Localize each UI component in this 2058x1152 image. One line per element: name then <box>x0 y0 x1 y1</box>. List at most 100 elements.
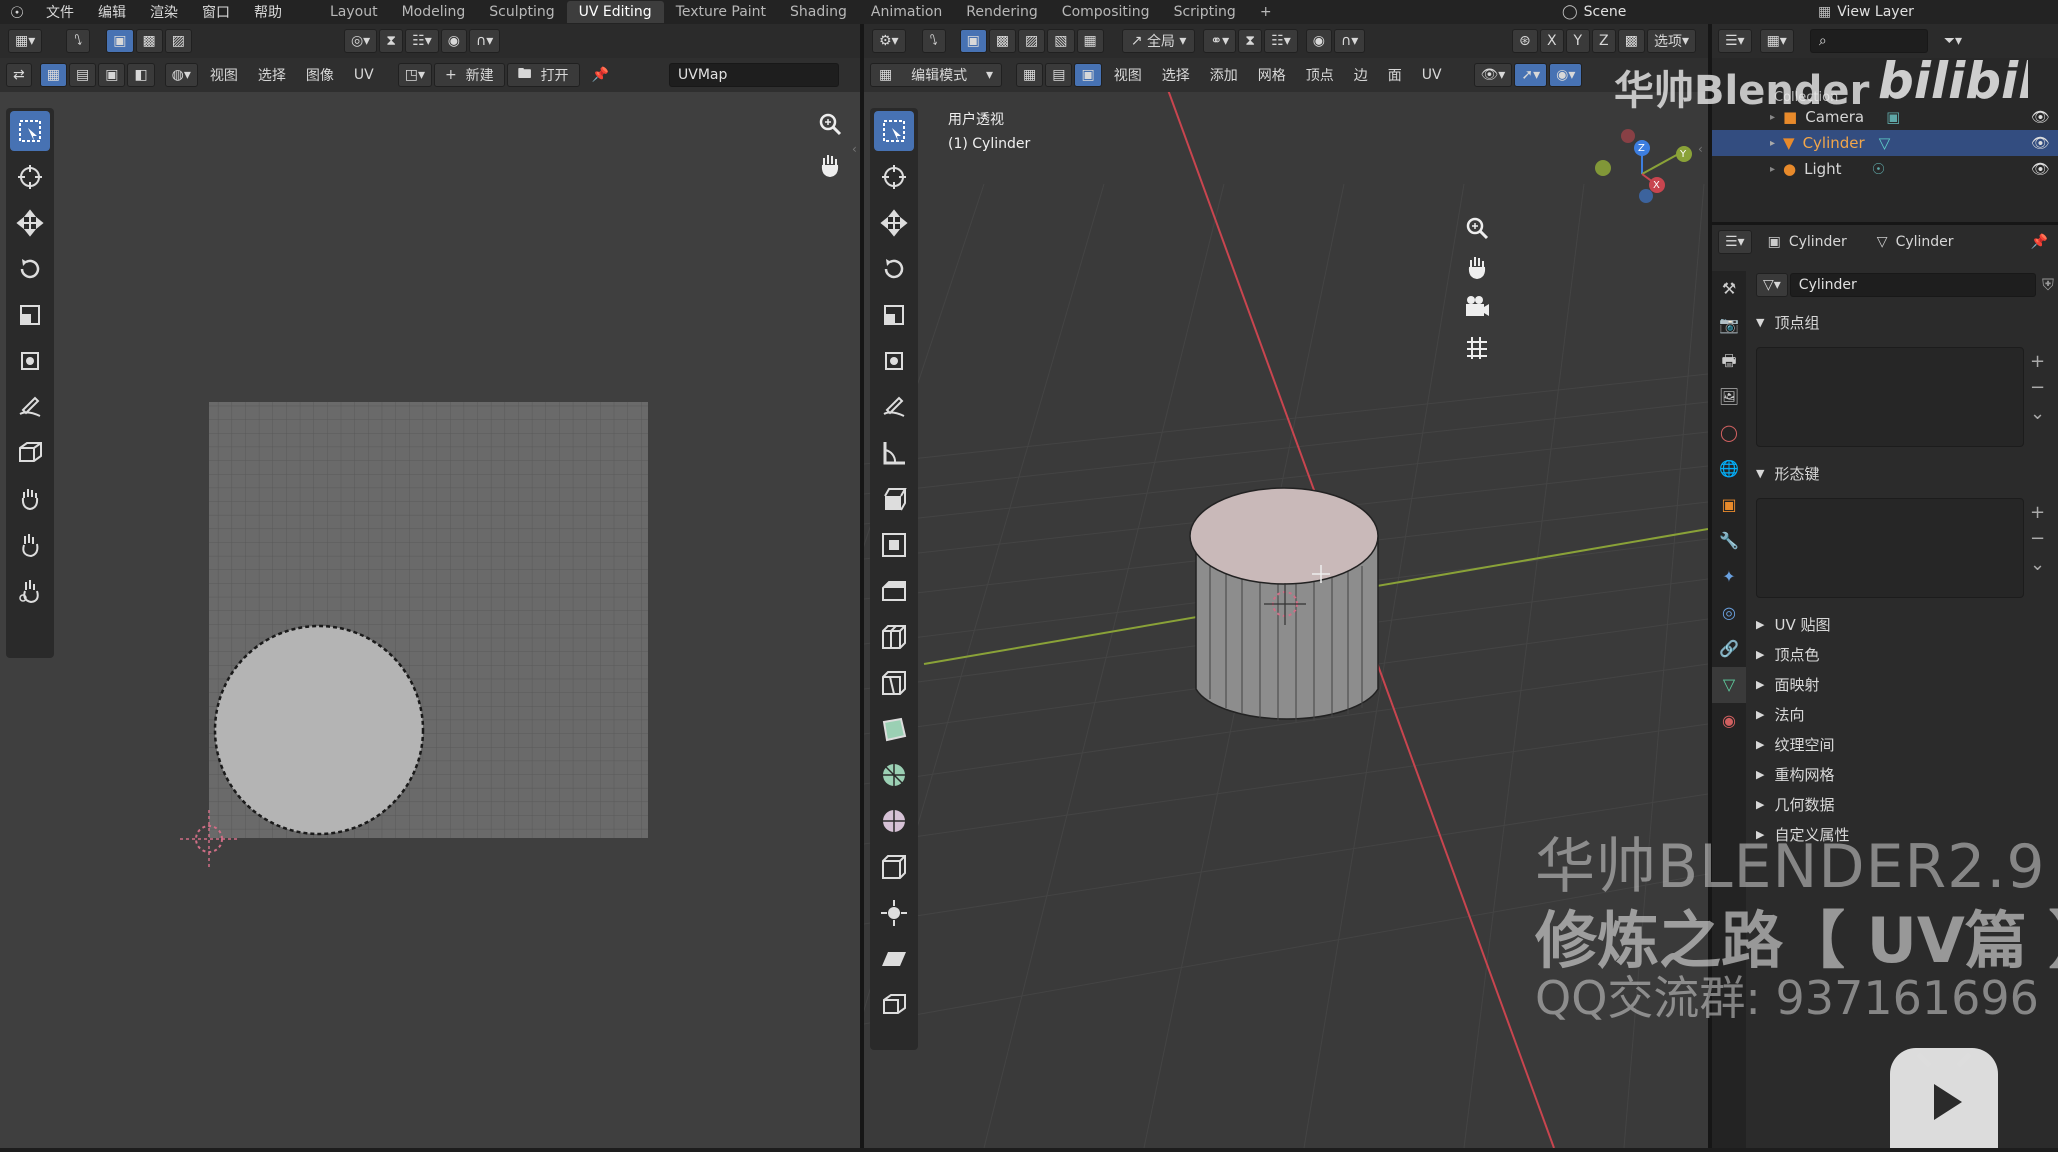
mesh-browse-icon[interactable]: ▽▾ <box>1756 273 1788 297</box>
vp-annotate-tool-icon[interactable] <box>874 387 914 427</box>
menu-edit[interactable]: 编辑 <box>86 2 138 22</box>
tab-animation[interactable]: Animation <box>859 1 954 23</box>
uv-canvas[interactable] <box>0 24 860 1148</box>
vp-menu-add[interactable]: 添加 <box>1200 65 1248 85</box>
vp-snap-icon[interactable]: ⧗ <box>1238 29 1263 53</box>
mirror-y-button[interactable]: Y <box>1565 29 1590 53</box>
shape-keys-panel-header[interactable]: ▼ 形态键 <box>1756 458 2056 488</box>
uv-maps-panel-header[interactable]: ▶ UV 贴图 <box>1756 609 2056 639</box>
camera-view-icon[interactable] <box>1462 292 1492 326</box>
vp-select-intersect-icon[interactable]: ▦ <box>1076 29 1104 53</box>
vertex-colors-panel-header[interactable]: ▶ 顶点色 <box>1756 639 2056 669</box>
viewport-editor-type-button[interactable]: ⚙▾ <box>872 29 906 53</box>
modifier-tab-icon[interactable]: 🔧 <box>1719 523 1739 559</box>
mirror-icon[interactable]: ⊛ <box>1512 29 1538 53</box>
render-tab-icon[interactable]: 📷 <box>1719 307 1739 343</box>
blender-logo-icon[interactable]: ☉ <box>0 3 34 22</box>
uv-circle-island[interactable] <box>213 624 425 836</box>
tab-texture-paint[interactable]: Texture Paint <box>664 1 778 23</box>
cylinder-visibility-icon[interactable]: 👁 <box>2031 134 2050 152</box>
vp-proportional-edit-icon[interactable]: ◉ <box>1305 29 1332 53</box>
world-tab-icon[interactable]: 🌐 <box>1719 451 1739 487</box>
physics-tab-icon[interactable]: ◎ <box>1722 595 1736 631</box>
vp-menu-view[interactable]: 视图 <box>1104 65 1152 85</box>
knife-tool-icon[interactable] <box>874 663 914 703</box>
mesh-name-field[interactable]: Cylinder <box>1789 273 2036 297</box>
menu-render[interactable]: 渲染 <box>138 2 190 22</box>
tab-uv-editing[interactable]: UV Editing <box>566 1 664 23</box>
vp-vertex-mode-icon[interactable]: ▦ <box>1016 63 1044 87</box>
add-shape-key-icon[interactable]: + <box>2030 500 2045 526</box>
vertex-group-menu-icon[interactable]: ⌄ <box>2030 401 2045 427</box>
vp-menu-mesh[interactable]: 网格 <box>1248 65 1296 85</box>
tab-rendering[interactable]: Rendering <box>954 1 1050 23</box>
transform-orientation-dropdown[interactable]: ↗ 全局 ▾ <box>1121 29 1196 53</box>
auto-merge-icon[interactable]: ▩ <box>1617 29 1645 53</box>
extrude-tool-icon[interactable] <box>874 479 914 519</box>
edge-slide-tool-icon[interactable] <box>874 847 914 887</box>
camera-data-icon[interactable]: ▣ <box>1886 108 1900 126</box>
vp-select-invert-icon[interactable]: ▧ <box>1047 29 1075 53</box>
options-dropdown[interactable]: 选项 ▾ <box>1646 29 1696 53</box>
vp-move-tool-icon[interactable] <box>874 203 914 243</box>
menu-help[interactable]: 帮助 <box>242 2 294 22</box>
tab-modeling[interactable]: Modeling <box>390 1 478 23</box>
properties-pin-icon[interactable]: 📌 <box>2031 234 2048 250</box>
vp-select-subtract-icon[interactable]: ▨ <box>1018 29 1046 53</box>
vp-sidebar-toggle-icon[interactable]: ‹ <box>1698 142 1703 156</box>
spin-tool-icon[interactable] <box>874 755 914 795</box>
poly-build-tool-icon[interactable] <box>874 709 914 749</box>
properties-editor-type-icon[interactable]: ☰▾ <box>1718 230 1752 254</box>
scene-selector[interactable]: ◯ Scene <box>1562 0 1626 24</box>
remesh-panel-header[interactable]: ▶ 重构网格 <box>1756 759 2056 789</box>
menu-file[interactable]: 文件 <box>34 2 86 22</box>
ortho-toggle-icon[interactable] <box>1462 332 1492 366</box>
tab-compositing[interactable]: Compositing <box>1050 1 1162 23</box>
vp-cursor-tool-icon[interactable] <box>874 157 914 197</box>
remove-vertex-group-icon[interactable]: − <box>2030 375 2045 401</box>
gizmo-toggle-icon[interactable]: ➚▾ <box>1514 63 1548 87</box>
bevel-tool-icon[interactable] <box>874 571 914 611</box>
remove-shape-key-icon[interactable]: − <box>2030 526 2045 552</box>
outliner-row-light[interactable]: ▸ ● Light ☉ 👁 <box>1712 156 2058 182</box>
shape-key-menu-icon[interactable]: ⌄ <box>2030 552 2045 578</box>
mesh-data-icon[interactable]: ▽ <box>1879 134 1891 152</box>
constraints-tab-icon[interactable]: 🔗 <box>1719 631 1739 667</box>
shrink-fatten-tool-icon[interactable] <box>874 893 914 933</box>
normals-panel-header[interactable]: ▶ 法向 <box>1756 699 2056 729</box>
vp-menu-vertex[interactable]: 顶点 <box>1296 65 1344 85</box>
vp-scale-tool-icon[interactable] <box>874 295 914 335</box>
vp-menu-uv[interactable]: UV <box>1412 67 1452 83</box>
vp-select-box-tool-icon[interactable] <box>874 111 914 151</box>
visibility-icon[interactable]: 👁▾ <box>1473 63 1513 87</box>
shear-tool-icon[interactable] <box>874 939 914 979</box>
axis-gizmo[interactable] <box>1595 129 1692 203</box>
vp-pan-icon[interactable] <box>1462 252 1492 286</box>
outliner-editor-type-icon[interactable]: ☰▾ <box>1718 29 1752 53</box>
view-layer-tab-icon[interactable]: 🖼 <box>1719 379 1739 415</box>
view-layer-selector[interactable]: ▦ View Layer <box>1818 0 1914 24</box>
tab-sculpting[interactable]: Sculpting <box>477 1 566 23</box>
vp-snap-target-icon[interactable]: ☷▾ <box>1264 29 1298 53</box>
vp-select-extend-icon[interactable]: ▩ <box>988 29 1017 53</box>
tab-layout[interactable]: Layout <box>318 1 390 23</box>
tab-shading[interactable]: Shading <box>778 1 859 23</box>
output-tab-icon[interactable]: 🖶 <box>1721 343 1736 379</box>
vp-rotate-tool-icon[interactable] <box>874 249 914 289</box>
expand-arrow-icon[interactable]: ▸ <box>1770 138 1775 149</box>
smooth-tool-icon[interactable] <box>874 801 914 841</box>
light-data-icon[interactable]: ☉ <box>1872 160 1885 178</box>
scene-tab-icon[interactable]: ◯ <box>1720 415 1738 451</box>
mode-dropdown[interactable]: ▦ 编辑模式 ▾ <box>870 63 1002 87</box>
vp-falloff-icon[interactable]: ∩▾ <box>1333 29 1366 53</box>
material-tab-icon[interactable]: ◉ <box>1722 703 1736 739</box>
light-visibility-icon[interactable]: 👁 <box>2031 160 2050 178</box>
face-maps-panel-header[interactable]: ▶ 面映射 <box>1756 669 2056 699</box>
vp-zoom-icon[interactable] <box>1462 214 1492 248</box>
vp-face-mode-icon[interactable]: ▣ <box>1074 63 1102 87</box>
data-tab-icon[interactable]: ▽ <box>1712 667 1746 703</box>
measure-tool-icon[interactable] <box>874 433 914 473</box>
mirror-x-button[interactable]: X <box>1539 29 1564 53</box>
filter-icon[interactable]: ⏷▾ <box>1944 33 1962 49</box>
add-vertex-group-icon[interactable]: + <box>2030 349 2045 375</box>
